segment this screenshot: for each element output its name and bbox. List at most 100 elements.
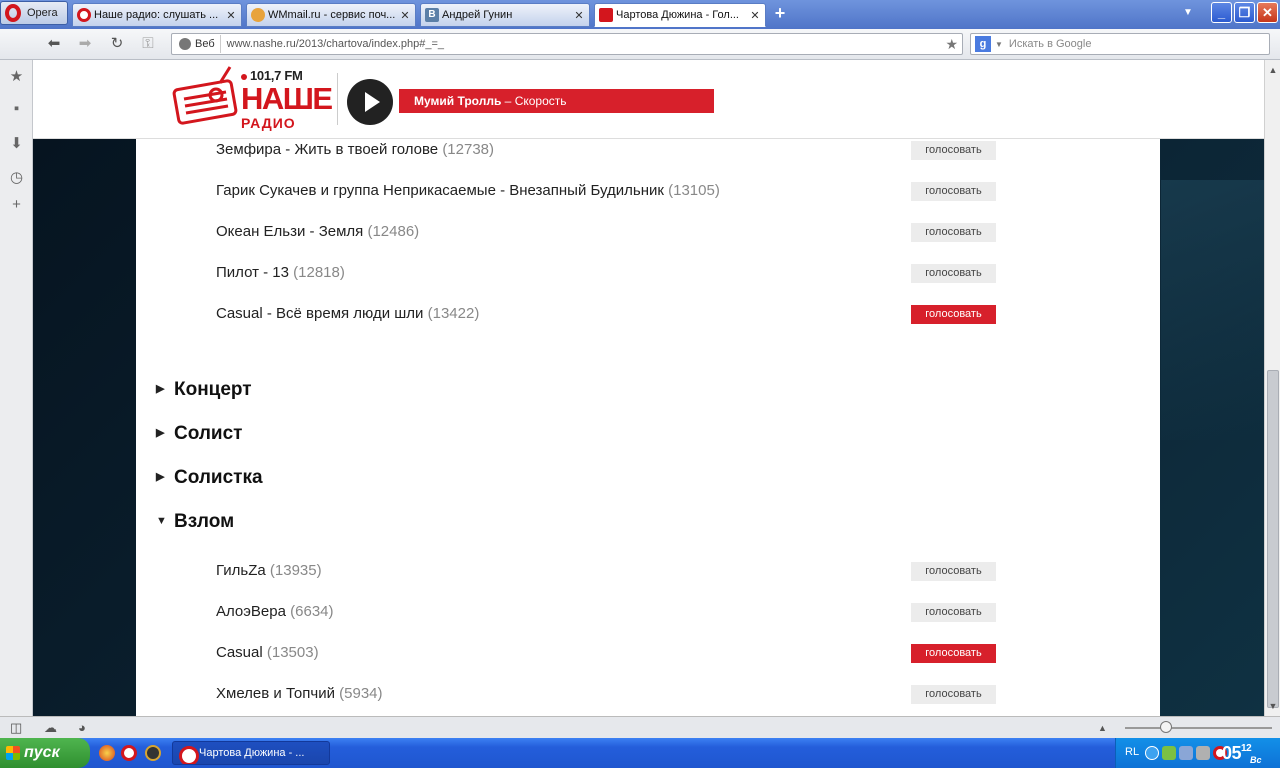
now-playing-bar[interactable]: Мумий Тролль – Скорость (399, 89, 714, 113)
opera-favicon-icon (77, 8, 91, 22)
close-tab-icon[interactable]: ✕ (399, 9, 411, 22)
side-panel: ★ ▪ ⬇ ◷ + (0, 60, 33, 716)
vote-button[interactable]: голосовать (911, 264, 996, 283)
tab-wmmail[interactable]: WMmail.ru - сервис поч... ✕ (246, 3, 416, 27)
logo-title[interactable]: НАШЕ (241, 83, 333, 114)
close-window-button[interactable]: ✕ (1257, 2, 1278, 23)
back-arrow-icon[interactable]: ⬅ (44, 35, 64, 53)
category-title: Концерт (174, 379, 252, 400)
category-title: Солист (174, 423, 243, 444)
vk-favicon-icon: B (425, 8, 439, 22)
opera-menu-label: Opera (27, 7, 58, 19)
tab-list-chevron-icon[interactable]: ▼ (1183, 7, 1193, 18)
desktop: Opera Наше радио: слушать ... ✕ WMmail.r… (0, 0, 1280, 768)
url-text[interactable]: www.nashe.ru/2013/chartova/index.php#_=_ (221, 38, 444, 50)
category-solistka[interactable]: ▶ Солистка (156, 467, 263, 489)
vote-count: (13422) (427, 305, 480, 322)
restore-button[interactable]: ❐ (1234, 2, 1255, 23)
tab-nashe-radio[interactable]: Наше радио: слушать ... ✕ (72, 3, 242, 27)
new-tab-button[interactable]: + (770, 4, 790, 23)
logo-subtitle[interactable]: РАДИО (241, 115, 296, 131)
opera-menu-button[interactable]: Opera (0, 1, 68, 25)
google-icon[interactable]: g (975, 36, 991, 52)
scroll-down-arrow-icon[interactable]: ▼ (1265, 698, 1280, 714)
history-clock-icon[interactable]: ◷ (8, 169, 25, 186)
vote-button[interactable]: голосовать (911, 685, 996, 704)
site-info-badge[interactable]: Веб (174, 35, 221, 53)
song-title: Casual - Всё время люди шли (216, 305, 424, 322)
wmmail-favicon-icon (251, 8, 265, 22)
downloads-icon[interactable]: ⬇ (8, 135, 25, 152)
tab-title: Андрей Гунин (442, 9, 513, 21)
now-playing-separator: – (501, 94, 515, 108)
add-panel-icon[interactable]: + (8, 196, 25, 213)
winamp-icon[interactable] (145, 745, 161, 761)
clock[interactable]: 0512 (1222, 743, 1252, 764)
vote-button[interactable]: голосовать (911, 562, 996, 581)
song-title: Гарик Сукачев и группа Неприкасаемые - В… (216, 182, 664, 199)
play-button[interactable] (347, 79, 393, 125)
vertical-scrollbar[interactable]: ▲ ▼ (1264, 60, 1280, 716)
list-item: Океан Ельзи - Земля (12486) голосовать (216, 221, 996, 243)
song-title: Океан Ельзи - Земля (216, 223, 364, 240)
opera-quicklaunch-icon[interactable] (121, 745, 137, 761)
category-solist[interactable]: ▶ Солист (156, 423, 242, 445)
song-title: Casual (216, 644, 263, 661)
tab-chartova[interactable]: Чартова Дюжина - Гол... ✕ (594, 3, 766, 27)
notes-icon[interactable]: ▪ (8, 100, 25, 117)
list-item: Пилот - 13 (12818) голосовать (216, 262, 996, 284)
bookmark-star-icon[interactable]: ★ (945, 36, 958, 53)
vote-button[interactable]: голосовать (911, 182, 996, 201)
tab-title: WMmail.ru - сервис поч... (268, 9, 396, 21)
radio-favicon-icon (599, 8, 613, 22)
bookmarks-star-icon[interactable]: ★ (8, 68, 25, 85)
forward-arrow-icon[interactable]: ➡ (75, 35, 95, 53)
search-placeholder: Искать в Google (1008, 38, 1092, 50)
scroll-up-arrow-icon[interactable]: ▲ (1265, 62, 1280, 78)
category-koncert[interactable]: ▶ Концерт (156, 379, 252, 401)
background-decoration (1161, 180, 1264, 440)
key-icon[interactable]: ⚿ (138, 35, 158, 53)
address-field[interactable]: Веб www.nashe.ru/2013/chartova/index.php… (171, 33, 963, 55)
vote-button-selected[interactable]: голосовать (911, 305, 996, 324)
close-tab-icon[interactable]: ✕ (225, 9, 237, 22)
tab-vk[interactable]: B Андрей Гунин ✕ (420, 3, 590, 27)
now-playing-artist: Мумий Тролль (414, 94, 502, 108)
minimize-button[interactable]: _ (1211, 2, 1232, 23)
close-tab-icon[interactable]: ✕ (749, 9, 761, 22)
scrollbar-thumb[interactable] (1267, 370, 1279, 708)
list-item: АлоэВера (6634) голосовать (216, 601, 996, 623)
volume-icon[interactable] (1196, 746, 1210, 760)
close-tab-icon[interactable]: ✕ (573, 9, 585, 22)
search-engine-chevron-icon[interactable]: ▼ (995, 40, 1003, 49)
tray-arrow-icon[interactable] (1145, 746, 1159, 760)
vote-button[interactable]: голосовать (911, 223, 996, 242)
tray-check-icon[interactable] (1162, 746, 1176, 760)
start-button[interactable]: пуск (0, 738, 90, 768)
network-icon[interactable] (1179, 746, 1193, 760)
category-vzlom[interactable]: ▼ Взлом (156, 511, 234, 533)
clock-day: Вс (1250, 755, 1262, 765)
search-field[interactable]: g ▼ Искать в Google (970, 33, 1270, 55)
vote-count: (12738) (442, 141, 495, 158)
panel-toggle-icon[interactable]: ◫ (10, 720, 22, 736)
language-indicator[interactable]: RL (1125, 746, 1139, 758)
vote-button-selected[interactable]: голосовать (911, 644, 996, 663)
vote-button[interactable]: голосовать (911, 603, 996, 622)
expand-triangle-icon: ▶ (156, 427, 165, 439)
firefox-icon[interactable] (99, 745, 115, 761)
zoom-slider-handle[interactable] (1160, 721, 1172, 733)
list-item: Casual - Всё время люди шли (13422) голо… (216, 303, 996, 325)
vote-button[interactable]: голосовать (911, 141, 996, 160)
zoom-up-arrow-icon[interactable]: ▲ (1098, 723, 1107, 733)
list-item: Casual (13503) голосовать (216, 642, 996, 664)
song-title: Пилот - 13 (216, 264, 289, 281)
reload-icon[interactable]: ↻ (107, 35, 127, 53)
turbo-gauge-icon[interactable]: ◕ (78, 720, 86, 735)
vote-count: (13105) (668, 182, 720, 199)
song-title: Земфира - Жить в твоей голове (216, 141, 439, 158)
taskbar-item-opera[interactable]: Чартова Дюжина - ... (172, 741, 330, 765)
zoom-slider[interactable] (1125, 727, 1272, 729)
vote-count: (5934) (339, 685, 383, 702)
cloud-icon[interactable]: ☁ (44, 720, 57, 736)
